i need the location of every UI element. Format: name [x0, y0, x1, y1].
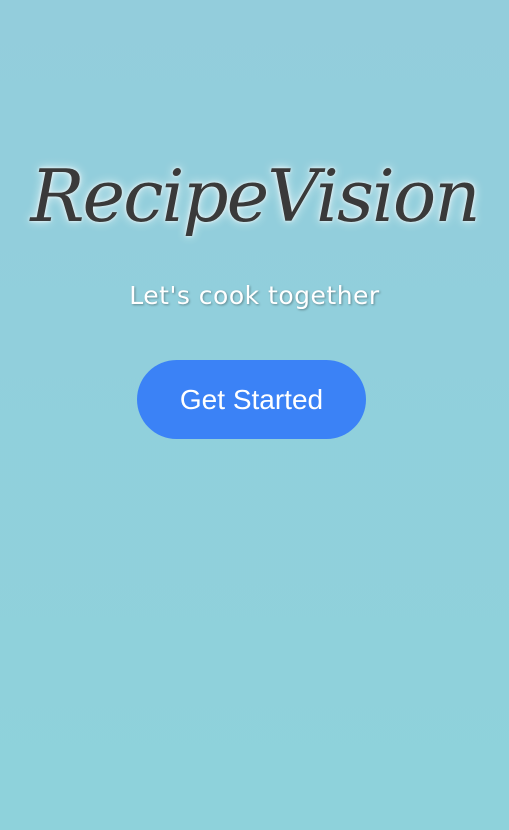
get-started-button[interactable]: Get Started [137, 360, 366, 439]
app-tagline: Let's cook together [129, 281, 380, 310]
landing-screen: RecipeVision Let's cook together Get Sta… [0, 0, 509, 830]
app-title: RecipeVision [30, 154, 480, 238]
